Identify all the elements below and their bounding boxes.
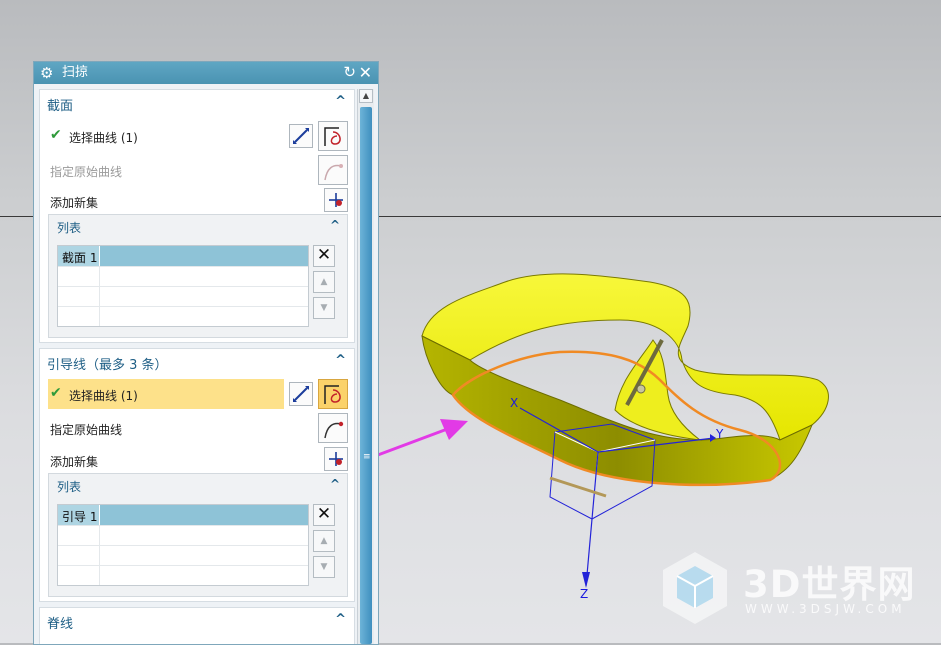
section-specify-origin-label: 指定原始曲线 bbox=[50, 165, 123, 179]
add-new-set-button[interactable] bbox=[324, 447, 348, 471]
table-row bbox=[58, 565, 308, 585]
table-cell bbox=[58, 306, 100, 326]
move-down-icon: ▼ bbox=[313, 297, 335, 319]
section-add-new-set-row: 添加新集 bbox=[40, 186, 354, 216]
sweep-dialog: ⚙ 扫掠 ↻ ✕ ▲ ≡ 截面 ^ ✔ 选择曲线 (1) 指定原始曲线 添加新集… bbox=[33, 61, 379, 645]
axis-y-label: Y bbox=[715, 427, 724, 441]
table-cell: 截面 1 bbox=[58, 246, 100, 266]
section-group: 截面 ^ ✔ 选择曲线 (1) 指定原始曲线 添加新集 列表 ^ 截面 1 ✕ … bbox=[39, 89, 355, 343]
watermark-url: WWW.3DSJW.COM bbox=[745, 602, 906, 616]
scroll-thumb[interactable]: ≡ bbox=[360, 107, 372, 644]
watermark: 3D世界网 WWW.3DSJW.COM bbox=[655, 548, 925, 628]
spine-group: 脊线 ^ bbox=[39, 607, 355, 644]
reverse-direction-button[interactable] bbox=[289, 124, 313, 148]
guide-add-new-set-label: 添加新集 bbox=[50, 455, 99, 469]
remove-item-button[interactable]: ✕ bbox=[313, 245, 335, 267]
section-group-header[interactable]: 截面 ^ bbox=[40, 90, 354, 116]
origin-curve-button bbox=[318, 155, 348, 185]
dialog-title: 扫掠 bbox=[62, 65, 89, 80]
table-row[interactable]: 截面 1 bbox=[58, 246, 308, 267]
chevron-up-icon[interactable]: ^ bbox=[330, 218, 340, 232]
section-point bbox=[636, 384, 646, 394]
curve-rule-button[interactable] bbox=[318, 121, 348, 151]
reverse-direction-button[interactable] bbox=[289, 382, 313, 406]
checkmark-icon: ✔ bbox=[50, 127, 62, 143]
scroll-up-icon[interactable]: ▲ bbox=[359, 89, 373, 103]
table-cell bbox=[58, 565, 100, 585]
table-row[interactable]: 引导 1 bbox=[58, 505, 308, 526]
move-down-icon: ▼ bbox=[313, 556, 335, 578]
axis-z-label: Z bbox=[580, 587, 588, 601]
section-select-curve-label: 选择曲线 (1) bbox=[69, 131, 138, 145]
add-new-set-button[interactable] bbox=[324, 188, 348, 212]
remove-item-button[interactable]: ✕ bbox=[313, 504, 335, 526]
guide-select-curve-label: 选择曲线 (1) bbox=[69, 389, 138, 403]
origin-curve-button[interactable] bbox=[318, 413, 348, 443]
section-list-title: 列表 bbox=[57, 221, 82, 235]
guide-add-new-set-row: 添加新集 bbox=[40, 445, 354, 475]
table-cell bbox=[58, 525, 100, 545]
table-cell: 引导 1 bbox=[58, 505, 100, 525]
section-group-title: 截面 bbox=[47, 99, 74, 114]
table-row bbox=[58, 306, 308, 326]
spine-group-title: 脊线 bbox=[47, 617, 74, 632]
section-specify-origin-row: 指定原始曲线 bbox=[40, 155, 354, 185]
chevron-up-icon[interactable]: ^ bbox=[330, 477, 340, 491]
table-cell bbox=[58, 545, 100, 565]
section-list-table: 截面 1 bbox=[57, 245, 309, 327]
swept-surface[interactable] bbox=[421, 273, 829, 487]
guide-specify-origin-row[interactable]: 指定原始曲线 bbox=[40, 413, 354, 443]
table-cell bbox=[58, 266, 100, 286]
axis-x-label: X bbox=[510, 396, 518, 410]
guide-list-item-label: 引导 1 bbox=[62, 510, 98, 524]
curve-rule-button[interactable] bbox=[318, 379, 348, 409]
guide-select-curve-row[interactable]: ✔ 选择曲线 (1) bbox=[40, 379, 354, 409]
table-row bbox=[58, 286, 308, 307]
table-cell bbox=[58, 286, 100, 306]
chevron-up-icon[interactable]: ^ bbox=[335, 94, 346, 109]
surface-inner-wall bbox=[614, 339, 702, 441]
spine-group-header[interactable]: 脊线 ^ bbox=[40, 608, 354, 634]
guide-group-title: 引导线（最多 3 条） bbox=[47, 358, 168, 373]
section-list-panel: 列表 ^ 截面 1 ✕ ▲ ▼ bbox=[48, 214, 348, 338]
section-list-item-label: 截面 1 bbox=[62, 251, 98, 265]
reset-icon[interactable]: ↻ bbox=[343, 63, 356, 82]
guide-specify-origin-label: 指定原始曲线 bbox=[50, 423, 123, 437]
dialog-scrollbar[interactable]: ▲ ≡ bbox=[357, 89, 374, 644]
guide-list-title: 列表 bbox=[57, 480, 82, 494]
table-row bbox=[58, 266, 308, 287]
move-up-icon: ▲ bbox=[313, 271, 335, 293]
chevron-up-icon[interactable]: ^ bbox=[335, 353, 346, 368]
close-icon[interactable]: ✕ bbox=[359, 63, 372, 82]
checkmark-icon: ✔ bbox=[50, 385, 62, 401]
chevron-up-icon[interactable]: ^ bbox=[335, 612, 346, 627]
guide-group: 引导线（最多 3 条） ^ ✔ 选择曲线 (1) 指定原始曲线 添加新集 列表 … bbox=[39, 348, 355, 602]
cube-logo-icon bbox=[663, 552, 727, 624]
scroll-grip-icon: ≡ bbox=[363, 452, 371, 462]
guide-group-header[interactable]: 引导线（最多 3 条） ^ bbox=[40, 349, 354, 375]
gear-icon[interactable]: ⚙ bbox=[40, 64, 53, 82]
section-add-new-set-label: 添加新集 bbox=[50, 196, 99, 210]
watermark-title: 3D世界网 bbox=[743, 563, 916, 606]
table-row bbox=[58, 525, 308, 546]
dialog-titlebar: ⚙ 扫掠 ↻ ✕ bbox=[34, 62, 378, 84]
guide-list-table: 引导 1 bbox=[57, 504, 309, 586]
guide-list-panel: 列表 ^ 引导 1 ✕ ▲ ▼ bbox=[48, 473, 348, 597]
section-select-curve-row[interactable]: ✔ 选择曲线 (1) bbox=[40, 121, 354, 151]
table-row bbox=[58, 545, 308, 566]
move-up-icon: ▲ bbox=[313, 530, 335, 552]
